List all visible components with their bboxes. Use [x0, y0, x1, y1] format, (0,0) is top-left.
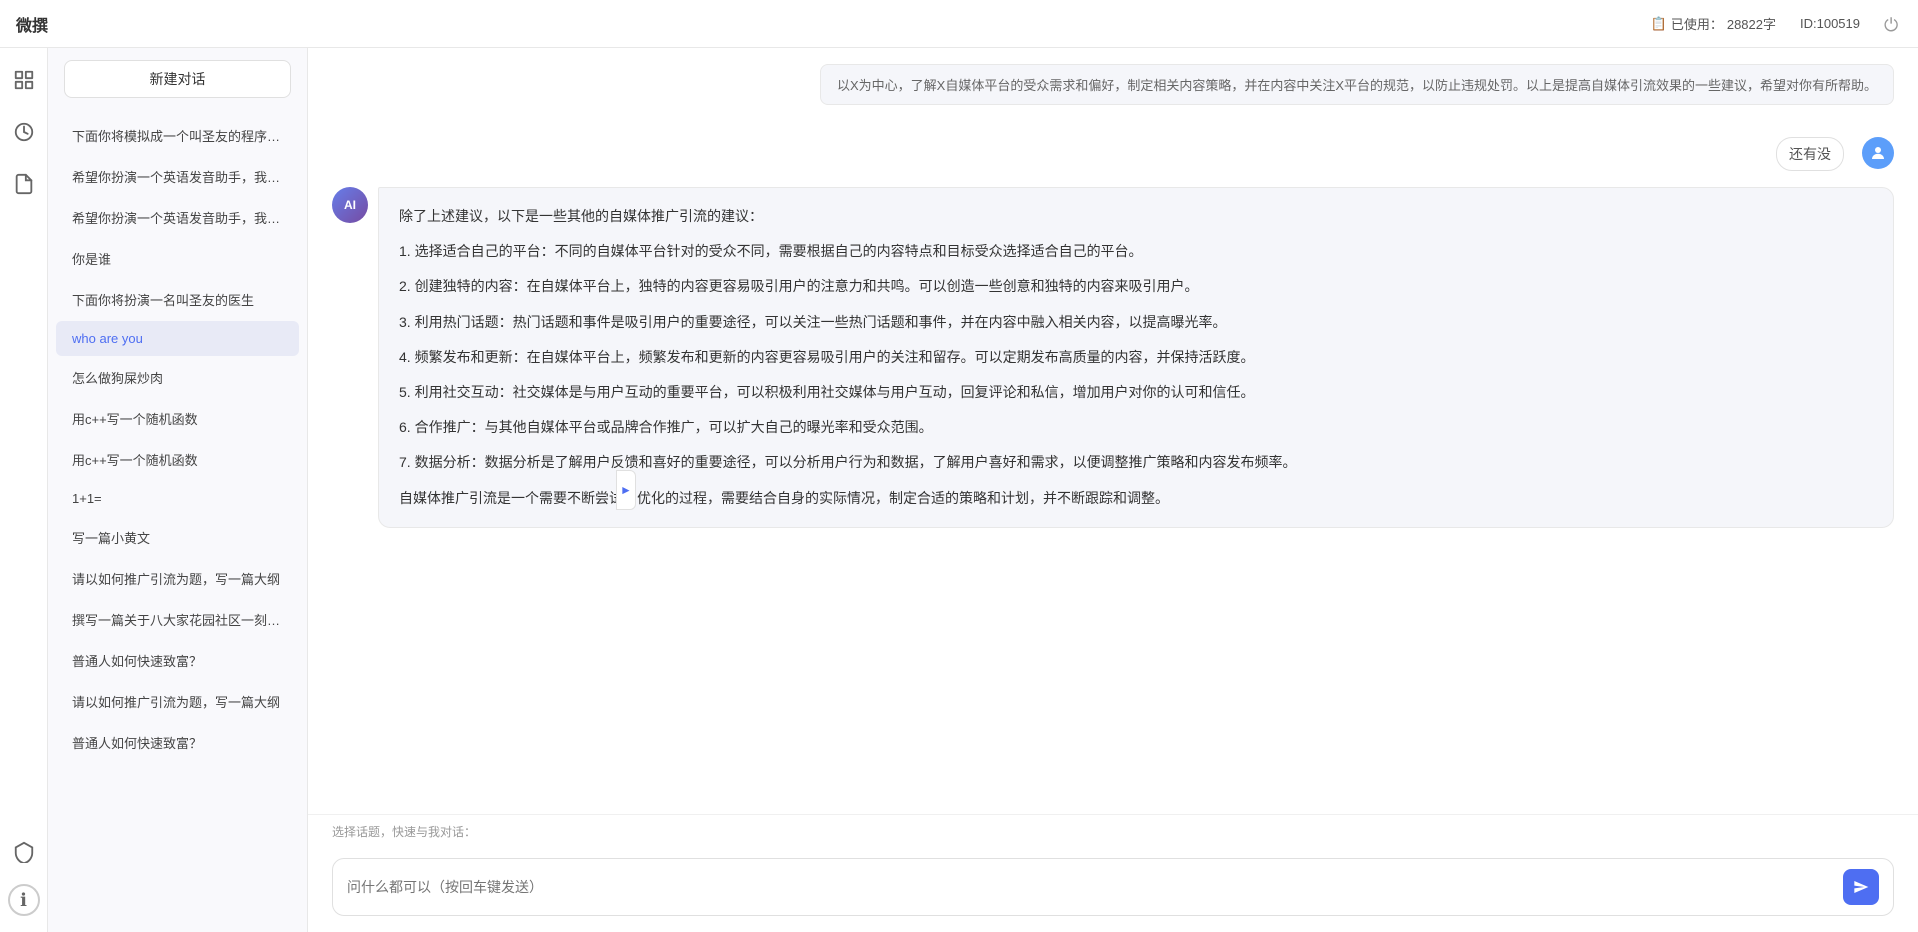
icon-rail-bottom: ℹ: [8, 836, 40, 916]
ai-paragraph: 1. 选择适合自己的平台：不同的自媒体平台针对的受众不同，需要根据自己的内容特点…: [399, 239, 1873, 264]
rail-item-info[interactable]: ℹ: [8, 884, 40, 916]
user-bubble-1: 还有没: [1776, 137, 1844, 171]
rail-item-home[interactable]: [8, 64, 40, 96]
input-area: [308, 850, 1918, 932]
user-id: ID:100519: [1800, 16, 1860, 31]
sidebar-item-4[interactable]: 你是谁: [56, 239, 299, 278]
sidebar-item-7[interactable]: 怎么做狗屎炒肉: [56, 358, 299, 397]
ai-paragraph: 3. 利用热门话题：热门话题和事件是吸引用户的重要途径，可以关注一些热门话题和事…: [399, 310, 1873, 335]
sidebar-item-9[interactable]: 用c++写一个随机函数: [56, 440, 299, 479]
power-icon[interactable]: ⏻: [1884, 15, 1902, 33]
app-logo: 微撰: [16, 12, 48, 36]
sidebar: 新建对话 下面你将模拟成一个叫圣友的程序员，我说...希望你扮演一个英语发音助手…: [48, 48, 308, 932]
icon-rail: ℹ: [0, 48, 48, 932]
sidebar-item-12[interactable]: 请以如何推广引流为题，写一篇大纲: [56, 559, 299, 598]
sidebar-item-15[interactable]: 请以如何推广引流为题，写一篇大纲: [56, 682, 299, 721]
chat-input[interactable]: [347, 879, 1835, 895]
user-avatar-1: [1862, 137, 1894, 169]
usage-label: 已使用：: [1671, 14, 1723, 33]
quick-select-label: 选择话题，快速与我对话：: [332, 823, 1894, 840]
input-wrapper: [332, 858, 1894, 916]
usage-icon: 📋: [1651, 16, 1667, 32]
quick-select-area: 选择话题，快速与我对话：: [308, 814, 1918, 850]
sidebar-item-6[interactable]: who are you: [56, 321, 299, 356]
ai-paragraph: 6. 合作推广：与其他自媒体平台或品牌合作推广，可以扩大自己的曝光率和受众范围。: [399, 415, 1873, 440]
sidebar-item-14[interactable]: 普通人如何快速致富？: [56, 641, 299, 680]
ai-message-1: AI 除了上述建议，以下是一些其他的自媒体推广引流的建议： 1. 选择适合自己的平…: [332, 187, 1894, 528]
ai-paragraph: 除了上述建议，以下是一些其他的自媒体推广引流的建议：: [399, 204, 1873, 229]
chat-messages: 以X为中心，了解X自媒体平台的受众需求和偏好，制定相关内容策略，并在内容中关注X…: [308, 48, 1918, 814]
sidebar-item-2[interactable]: 希望你扮演一个英语发音助手，我提供给你...: [56, 157, 299, 196]
sidebar-item-8[interactable]: 用c++写一个随机函数: [56, 399, 299, 438]
ai-paragraph: 5. 利用社交互动：社交媒体是与用户互动的重要平台，可以积极利用社交媒体与用户互…: [399, 380, 1873, 405]
sidebar-item-16[interactable]: 普通人如何快速致富？: [56, 723, 299, 762]
ai-paragraph: 2. 创建独特的内容：在自媒体平台上，独特的内容更容易吸引用户的注意力和共鸣。可…: [399, 274, 1873, 299]
sidebar-item-5[interactable]: 下面你将扮演一名叫圣友的医生: [56, 280, 299, 319]
chat-area: 以X为中心，了解X自媒体平台的受众需求和偏好，制定相关内容策略，并在内容中关注X…: [308, 48, 1918, 932]
usage-value: 28822字: [1727, 14, 1776, 33]
topbar-right: 📋 已使用： 28822字 ID:100519 ⏻: [1651, 14, 1902, 33]
truncated-message: 以X为中心，了解X自媒体平台的受众需求和偏好，制定相关内容策略，并在内容中关注X…: [820, 64, 1894, 105]
sidebar-list: 下面你将模拟成一个叫圣友的程序员，我说...希望你扮演一个英语发音助手，我提供给…: [48, 110, 307, 932]
sidebar-toggle[interactable]: ►: [616, 470, 636, 510]
sidebar-item-13[interactable]: 撰写一篇关于八大家花园社区一刻钟便民生...: [56, 600, 299, 639]
sidebar-item-10[interactable]: 1+1=: [56, 481, 299, 516]
send-button[interactable]: [1843, 869, 1879, 905]
sidebar-item-3[interactable]: 希望你扮演一个英语发音助手，我提供给你...: [56, 198, 299, 237]
truncated-msg-container: 以X为中心，了解X自媒体平台的受众需求和偏好，制定相关内容策略，并在内容中关注X…: [332, 64, 1894, 121]
rail-item-doc[interactable]: [8, 168, 40, 200]
rail-item-shield[interactable]: [8, 836, 40, 868]
ai-paragraph: 4. 频繁发布和更新：在自媒体平台上，频繁发布和更新的内容更容易吸引用户的关注和…: [399, 345, 1873, 370]
sidebar-item-11[interactable]: 写一篇小黄文: [56, 518, 299, 557]
ai-avatar-1: AI: [332, 187, 368, 223]
user-message-row-1: 还有没: [332, 137, 1894, 171]
main-layout: ℹ 新建对话 下面你将模拟成一个叫圣友的程序员，我说...希望你扮演一个英语发音…: [0, 48, 1918, 932]
new-chat-button[interactable]: 新建对话: [64, 60, 291, 98]
ai-bubble-1: 除了上述建议，以下是一些其他的自媒体推广引流的建议： 1. 选择适合自己的平台：不…: [378, 187, 1894, 528]
rail-item-clock[interactable]: [8, 116, 40, 148]
topbar: 微撰 📋 已使用： 28822字 ID:100519 ⏻: [0, 0, 1918, 48]
sidebar-item-1[interactable]: 下面你将模拟成一个叫圣友的程序员，我说...: [56, 116, 299, 155]
usage-display: 📋 已使用： 28822字: [1651, 14, 1776, 33]
